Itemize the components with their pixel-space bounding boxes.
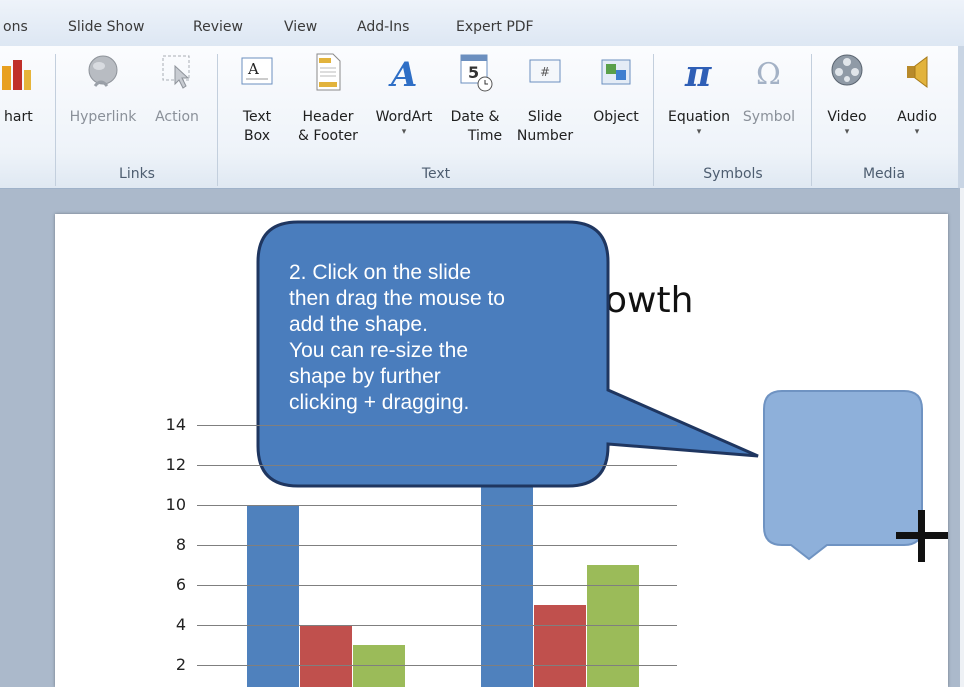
y-axis-tick-label: 6 (175, 575, 186, 594)
y-axis-tick-label: 2 (175, 655, 186, 674)
y-axis-tick-label: 4 (175, 615, 186, 634)
y-axis-tick (197, 625, 202, 626)
gridline (202, 425, 677, 426)
y-axis-tick-label: 10 (165, 495, 186, 514)
gridline (202, 625, 677, 626)
y-axis-tick (197, 545, 202, 546)
y-axis-tick (197, 425, 202, 426)
y-axis-tick (197, 585, 202, 586)
y-axis-tick (197, 465, 202, 466)
gridline (202, 505, 677, 506)
y-axis-tick-label: 14 (165, 415, 186, 434)
y-axis-tick-label: 12 (165, 455, 186, 474)
gridline (202, 665, 677, 666)
y-axis-tick-label: 8 (175, 535, 186, 554)
gridline (202, 585, 677, 586)
gridline (202, 465, 677, 466)
y-axis-tick (197, 665, 202, 666)
y-axis-tick (197, 505, 202, 506)
instruction-callout-text: 2. Click on the slide then drag the mous… (289, 261, 505, 414)
gridline (202, 545, 677, 546)
